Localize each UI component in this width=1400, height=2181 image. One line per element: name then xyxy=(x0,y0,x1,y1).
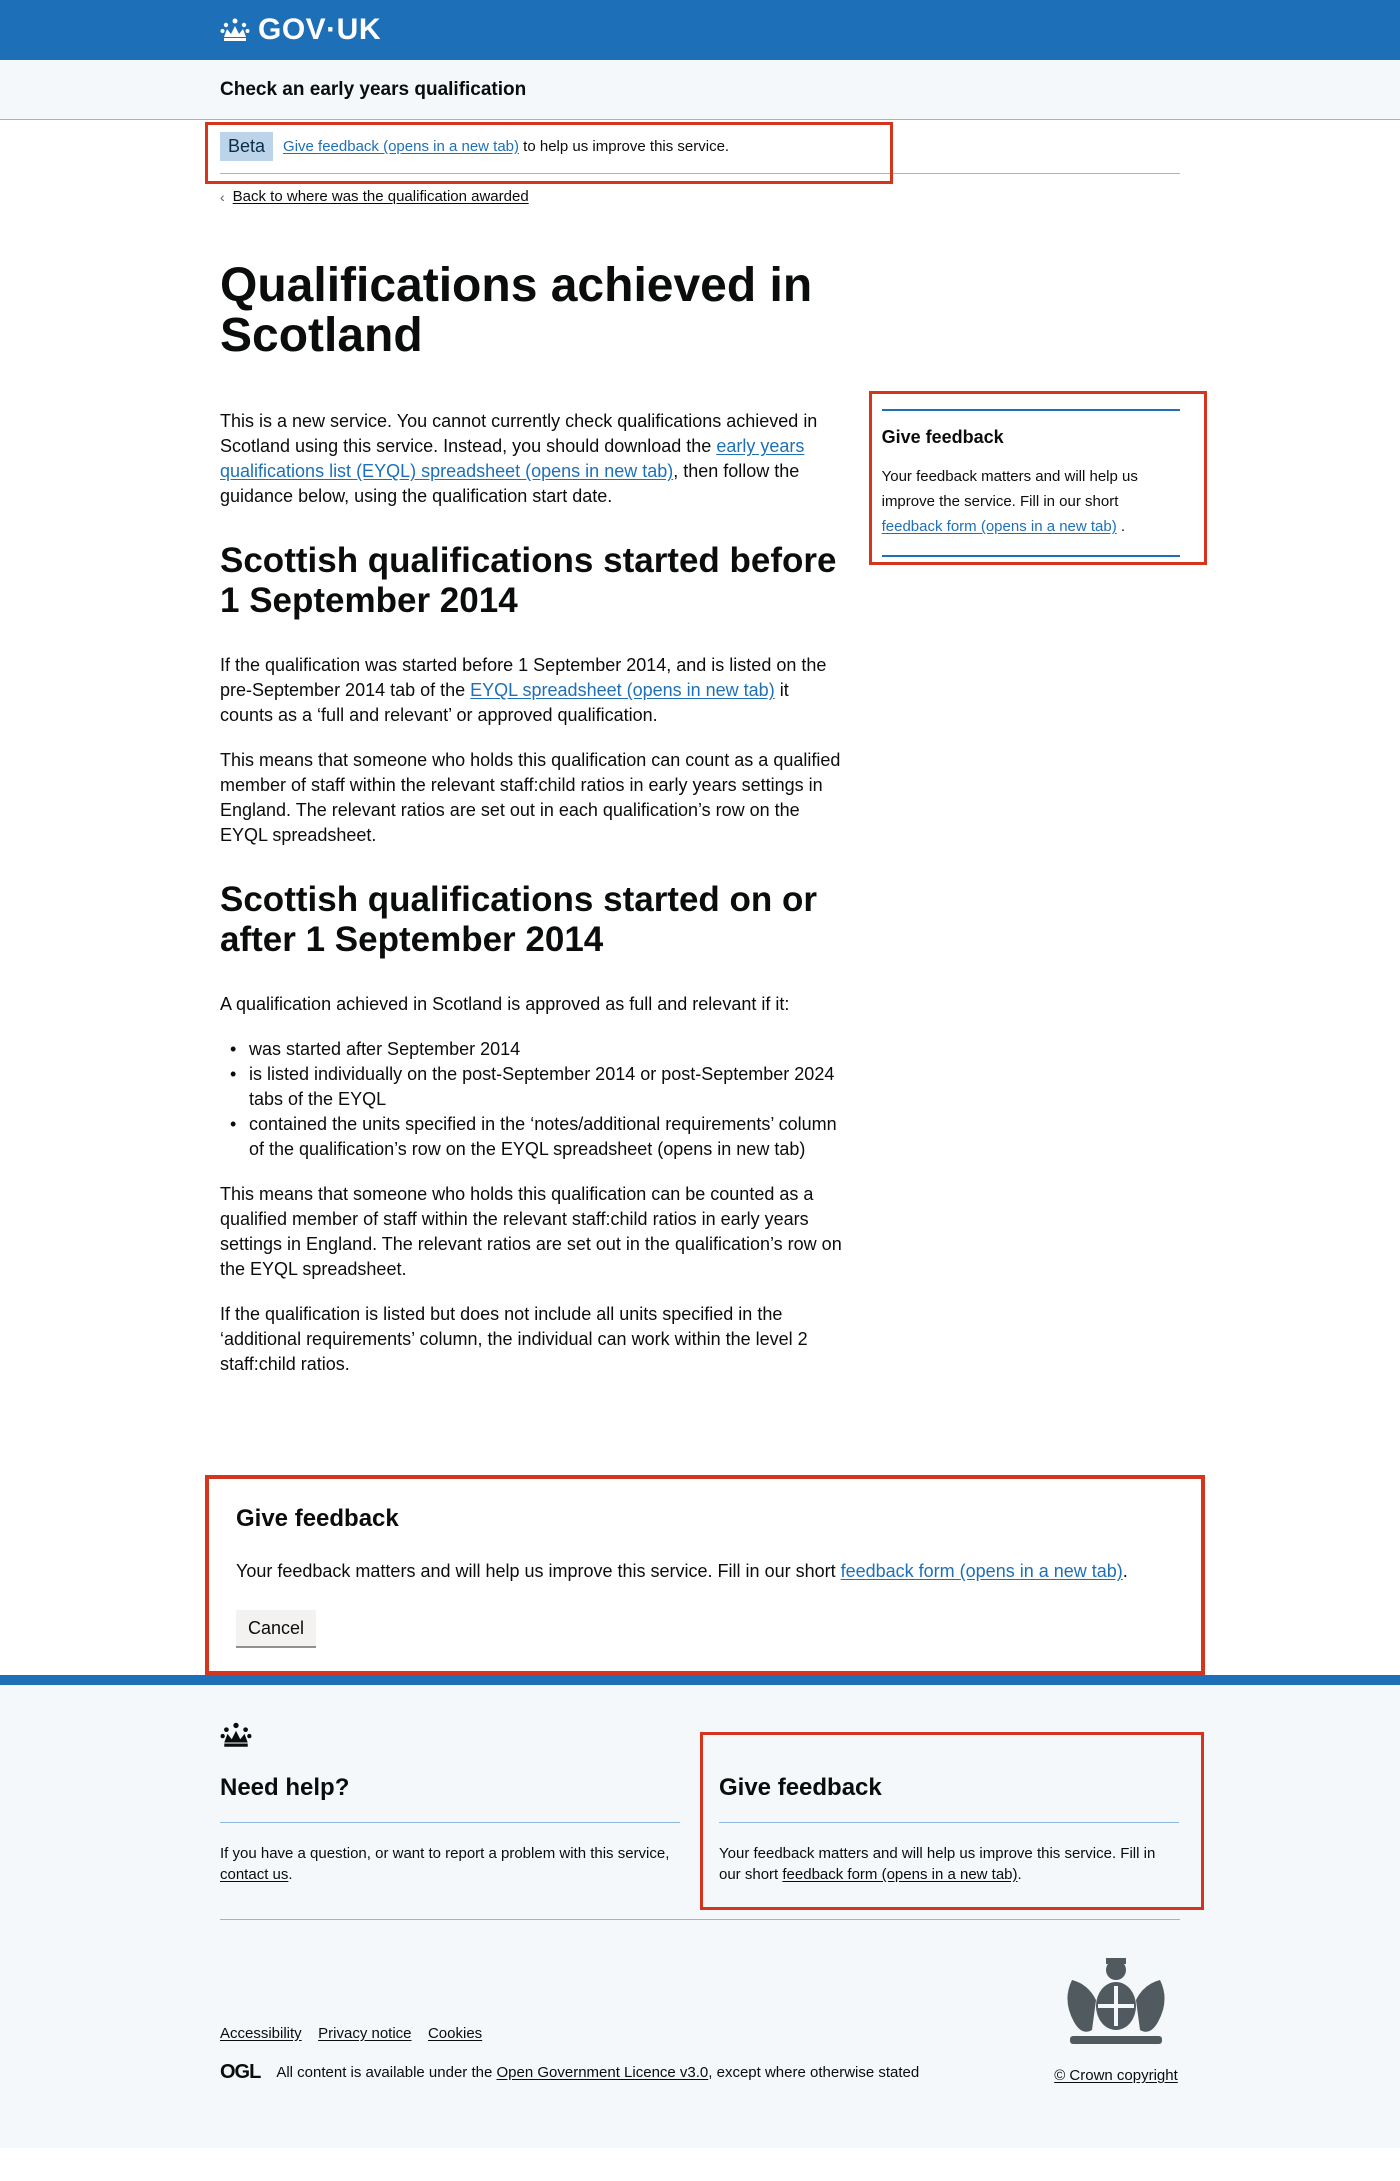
footer-help-end: . xyxy=(288,1866,293,1883)
section2-paragraph-2: This means that someone who holds this q… xyxy=(220,1184,842,1279)
footer-divider xyxy=(220,1919,1180,1920)
feedback-panel-text: Your feedback matters and will help us i… xyxy=(236,1559,1174,1584)
eyql-spreadsheet-link-2[interactable]: EYQL spreadsheet (opens in new tab) xyxy=(470,680,775,700)
section2-intro: A qualification achieved in Scotland is … xyxy=(220,994,790,1014)
sidebar-feedback: Give feedback Your feedback matters and … xyxy=(868,391,1207,1397)
crown-icon xyxy=(220,18,250,41)
footer-help-title: Need help? xyxy=(220,1774,680,1823)
service-navigation: Check an early years qualification xyxy=(0,60,1400,120)
page-title: Qualifications achieved in Scotland xyxy=(220,259,813,362)
feedback-panel-title: Give feedback xyxy=(236,1505,399,1532)
back-link[interactable]: Back to where was the qualification awar… xyxy=(233,188,529,205)
ogl-logo-icon: OGL xyxy=(220,2061,261,2083)
govuk-logo-link[interactable]: GOV·UK xyxy=(220,0,1180,60)
chevron-left-icon: ‹ xyxy=(220,188,225,205)
cancel-button[interactable]: Cancel xyxy=(236,1610,317,1646)
feedback-panel-body: Your feedback matters and will help us i… xyxy=(236,1561,841,1581)
ogl-licence-link[interactable]: Open Government Licence v3.0 xyxy=(496,2064,708,2081)
feedback-panel-end: . xyxy=(1122,1561,1128,1581)
footer-help-text: If you have a question, or want to repor… xyxy=(220,1843,680,1885)
criteria-list: was started after September 2014 is list… xyxy=(220,1037,847,1162)
cookies-link[interactable]: Cookies xyxy=(428,2025,482,2042)
licence-before: All content is available under the xyxy=(276,2064,497,2081)
highlight-box xyxy=(205,122,893,184)
highlight-box xyxy=(868,391,1207,565)
section2-heading: Scottish qualifications started on or af… xyxy=(220,880,818,959)
page-footer: Need help? If you have a question, or wa… xyxy=(0,1675,1400,2148)
licence-text: All content is available under the Open … xyxy=(276,2064,919,2081)
footer-help: Need help? If you have a question, or wa… xyxy=(220,1774,680,1885)
accessibility-link[interactable]: Accessibility xyxy=(220,2025,302,2042)
feedback-form-link[interactable]: feedback form (opens in a new tab) xyxy=(841,1561,1123,1581)
contact-us-link[interactable]: contact us xyxy=(220,1866,288,1883)
footer-links: Accessibility Privacy notice Cookies xyxy=(220,2025,919,2043)
footer-help-body: If you have a question, or want to repor… xyxy=(220,1845,670,1862)
crown-copyright-link[interactable]: © Crown copyright xyxy=(1052,2067,1180,2084)
section1-paragraph-2: This means that someone who holds this q… xyxy=(220,750,841,845)
list-item: was started after September 2014 xyxy=(220,1037,847,1062)
logo-text: GOV·UK xyxy=(258,13,381,46)
intro-paragraph: This is a new service. You cannot curren… xyxy=(220,409,847,509)
royal-coat-of-arms-icon xyxy=(1067,1958,1165,2044)
crown-icon xyxy=(220,1722,252,1747)
back-link-row: ‹ Back to where was the qualification aw… xyxy=(220,188,1180,205)
licence-row: OGL All content is available under the O… xyxy=(220,2061,919,2084)
footer-feedback: Give feedback Your feedback matters and … xyxy=(700,1732,1204,1910)
licence-after: , except where otherwise stated xyxy=(708,2064,920,2081)
list-item: contained the units specified in the ‘no… xyxy=(220,1112,847,1162)
main-content: This is a new service. You cannot curren… xyxy=(220,409,847,1397)
highlight-box xyxy=(700,1732,1204,1910)
privacy-notice-link[interactable]: Privacy notice xyxy=(318,2025,411,2042)
list-item: is listed individually on the post-Septe… xyxy=(220,1062,847,1112)
service-name-link[interactable]: Check an early years qualification xyxy=(220,79,526,100)
feedback-panel: Give feedback Your feedback matters and … xyxy=(205,1475,1205,1675)
section1-paragraph-1: If the qualification was started before … xyxy=(220,653,847,728)
section2-paragraph-3: If the qualification is listed but does … xyxy=(220,1304,808,1374)
phase-banner: Beta Give feedback (opens in a new tab) … xyxy=(205,120,1180,184)
govuk-header: GOV·UK xyxy=(0,0,1400,60)
section1-heading: Scottish qualifications started before 1… xyxy=(220,541,837,620)
